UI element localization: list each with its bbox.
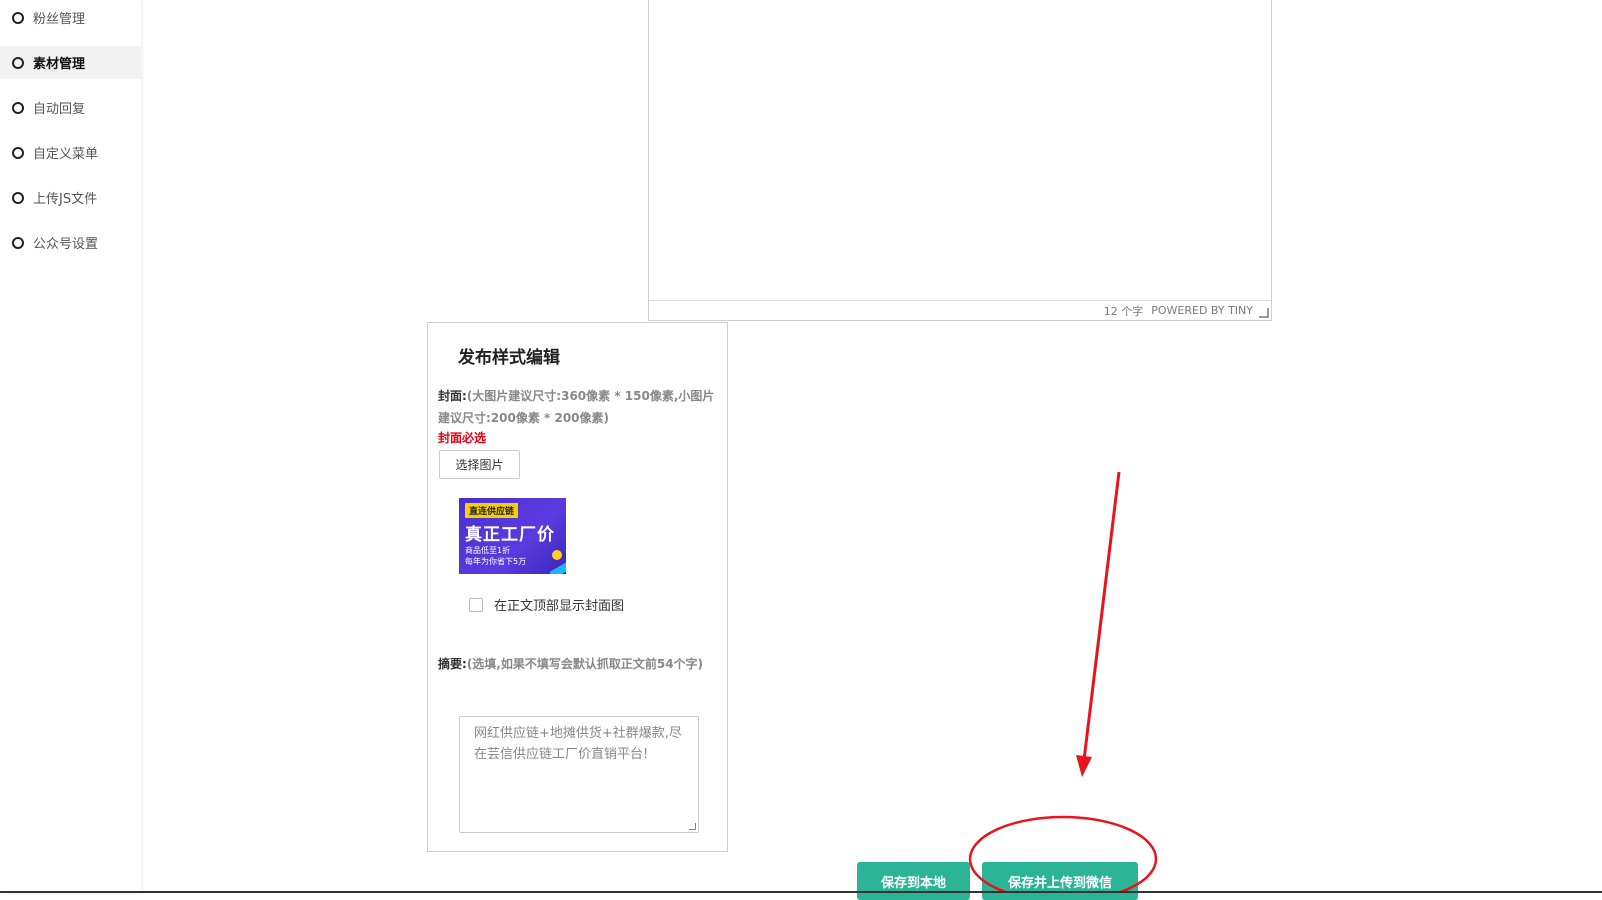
sidebar-item-label: 公众号设置 — [33, 233, 98, 252]
summary-hint: (选填,如果不填写会默认抓取正文前54个字) — [467, 657, 703, 671]
summary-field-label: 摘要:(选填,如果不填写会默认抓取正文前54个字) — [438, 653, 718, 675]
cover-thumbnail: 直连供应链 真正工厂价 商品低至1折 每年为你省下5万 — [459, 498, 566, 574]
circle-icon — [12, 147, 24, 159]
circle-icon — [12, 12, 24, 24]
circle-icon — [12, 237, 24, 249]
sidebar-item-account-settings[interactable]: 公众号设置 — [0, 226, 141, 259]
sidebar-item-label: 自动回复 — [33, 98, 85, 117]
decor-ball — [552, 550, 562, 560]
thumbnail-line2: 每年为你省下5万 — [465, 556, 526, 567]
select-image-button[interactable]: 选择图片 — [439, 450, 520, 479]
word-count: 12 个字 — [1104, 303, 1144, 319]
summary-text: 网红供应链+地摊供货+社群爆款,尽在芸信供应链工厂价直销平台! — [474, 726, 682, 762]
sidebar-item-label: 上传JS文件 — [33, 188, 97, 207]
sidebar: 粉丝管理 素材管理 自动回复 自定义菜单 上传JS文件 公众号设置 — [0, 0, 141, 893]
sidebar-item-label: 素材管理 — [33, 53, 85, 72]
sidebar-item-custom-menu[interactable]: 自定义菜单 — [0, 136, 141, 169]
sidebar-item-auto-reply[interactable]: 自动回复 — [0, 91, 141, 124]
circle-icon — [12, 102, 24, 114]
show-cover-checkbox[interactable] — [469, 598, 483, 612]
panel-title: 发布样式编辑 — [458, 343, 560, 368]
thumbnail-tag: 直连供应链 — [465, 503, 518, 518]
cover-label: 封面: — [438, 389, 467, 403]
circle-icon — [12, 57, 24, 69]
cover-required-text: 封面必选 — [438, 429, 486, 446]
sidebar-item-upload-js[interactable]: 上传JS文件 — [0, 181, 141, 214]
publish-style-panel: 发布样式编辑 封面:(大图片建议尺寸:360像素 * 150像素,小图片建议尺寸… — [427, 322, 728, 852]
textarea-resize-icon[interactable] — [689, 823, 696, 830]
sidebar-item-label: 自定义菜单 — [33, 143, 98, 162]
cover-hint: (大图片建议尺寸:360像素 * 150像素,小图片建议尺寸:200像素 * 2… — [438, 389, 714, 425]
cover-field-label: 封面:(大图片建议尺寸:360像素 * 150像素,小图片建议尺寸:200像素 … — [438, 385, 718, 429]
save-local-button[interactable]: 保存到本地 — [857, 862, 970, 900]
resize-handle-icon[interactable] — [1259, 308, 1269, 318]
circle-icon — [12, 192, 24, 204]
sidebar-item-label: 粉丝管理 — [33, 8, 85, 27]
sidebar-item-fans[interactable]: 粉丝管理 — [0, 1, 141, 34]
rich-text-editor[interactable]: 12 个字 POWERED BY TINY — [648, 0, 1272, 321]
show-cover-label: 在正文顶部显示封面图 — [494, 595, 624, 614]
summary-label: 摘要: — [438, 657, 467, 671]
sidebar-item-materials[interactable]: 素材管理 — [0, 46, 141, 79]
thumbnail-line1: 商品低至1折 — [465, 545, 510, 556]
save-upload-wechat-button[interactable]: 保存并上传到微信 — [982, 862, 1138, 900]
editor-statusbar: 12 个字 POWERED BY TINY — [649, 300, 1271, 320]
powered-by-link[interactable]: POWERED BY TINY — [1151, 304, 1253, 317]
thumbnail-headline: 真正工厂价 — [465, 520, 555, 545]
decor-stripe — [549, 561, 566, 574]
summary-textarea[interactable]: 网红供应链+地摊供货+社群爆款,尽在芸信供应链工厂价直销平台! — [459, 716, 699, 833]
show-cover-checkbox-row[interactable]: 在正文顶部显示封面图 — [469, 595, 624, 614]
